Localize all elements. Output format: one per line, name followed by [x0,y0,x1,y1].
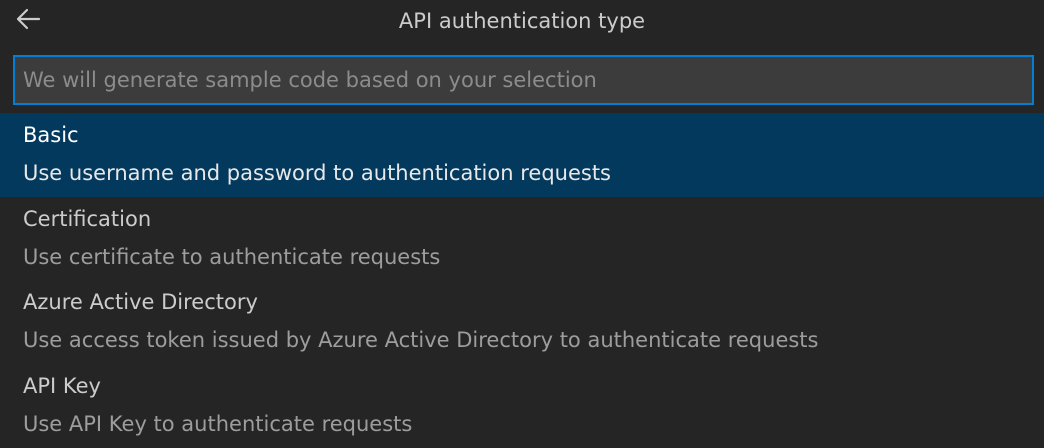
options-list: Basic Use username and password to authe… [0,113,1044,447]
search-input-container [13,55,1034,105]
option-label: Certification [23,206,152,231]
quick-pick-header: API authentication type [0,0,1044,44]
option-label: API Key [23,373,101,398]
list-item-certification[interactable]: Certification Use certificate to authent… [0,197,1044,281]
page-title: API authentication type [398,9,646,33]
option-description: Use access token issued by Azure Active … [23,328,819,352]
option-description: Use certificate to authenticate requests [23,244,441,269]
option-description: Use API Key to authenticate requests [23,411,413,436]
list-item-azure-active-directory[interactable]: Azure Active Directory Use access token … [0,280,1044,364]
list-item-basic[interactable]: Basic Use username and password to authe… [0,113,1044,197]
list-item-api-key[interactable]: API Key Use API Key to authenticate requ… [0,364,1044,448]
search-input[interactable] [15,57,1032,103]
option-label: Azure Active Directory [23,290,258,314]
option-label: Basic [23,123,79,147]
option-description: Use username and password to authenticat… [23,161,611,185]
